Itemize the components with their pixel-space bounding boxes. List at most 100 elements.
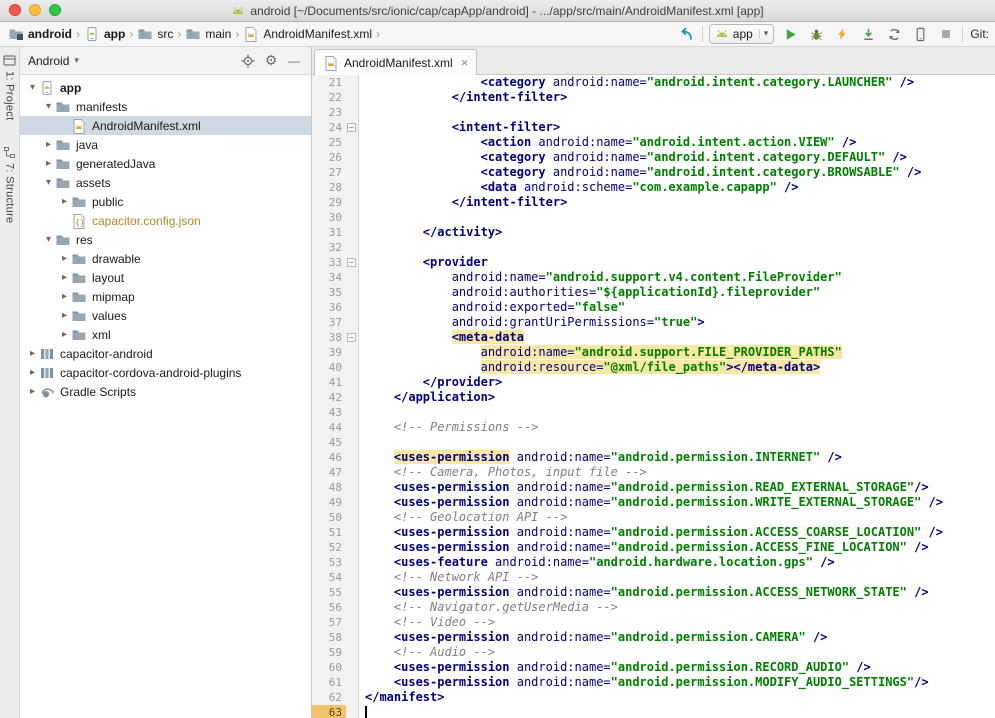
tree-collapsed-arrow-icon[interactable]: ▸ — [26, 348, 39, 359]
code-line[interactable]: 40 android:resource="@xml/file_paths"></… — [312, 360, 995, 375]
code-line[interactable]: 27 <category android:name="android.inten… — [312, 165, 995, 180]
code-line[interactable]: 42 </application> — [312, 390, 995, 405]
breadcrumb-item-app[interactable]: app — [82, 26, 127, 42]
fold-collapse-icon[interactable]: − — [347, 333, 356, 342]
line-number[interactable]: 40 — [312, 360, 346, 375]
code-line[interactable]: 56 <!-- Navigator.getUserMedia --> — [312, 600, 995, 615]
tree-item-drawable[interactable]: ▸drawable — [20, 249, 311, 268]
code-line[interactable]: 55 <uses-permission android:name="androi… — [312, 585, 995, 600]
gutter-cell[interactable]: 55 — [312, 585, 359, 600]
locate-file-icon[interactable] — [239, 52, 257, 70]
line-number[interactable]: 56 — [312, 600, 346, 615]
project-tool-button[interactable]: 1: Project — [3, 54, 16, 120]
code-line[interactable]: 44 <!-- Permissions --> — [312, 420, 995, 435]
gutter-cell[interactable]: 45 — [312, 435, 359, 450]
line-number[interactable]: 24 — [312, 120, 346, 135]
tree-item-capacitor-cordova-android-plugins[interactable]: ▸capacitor-cordova-android-plugins — [20, 363, 311, 382]
code-line[interactable]: 28 <data android:scheme="com.example.cap… — [312, 180, 995, 195]
tree-item-res[interactable]: ▾res — [20, 230, 311, 249]
gutter-cell[interactable]: 48 — [312, 480, 359, 495]
gutter-cell[interactable]: 37 — [312, 315, 359, 330]
gutter-cell[interactable]: 33− — [312, 255, 359, 270]
line-number[interactable]: 33 — [312, 255, 346, 270]
gutter-cell[interactable]: 47 — [312, 465, 359, 480]
breadcrumb-item-android[interactable]: android — [6, 26, 74, 42]
code-line[interactable]: 46 <uses-permission android:name="androi… — [312, 450, 995, 465]
code-line[interactable]: 41 </provider> — [312, 375, 995, 390]
line-number[interactable]: 25 — [312, 135, 346, 150]
code-line[interactable]: 25 <action android:name="android.intent.… — [312, 135, 995, 150]
tree-expanded-arrow-icon[interactable]: ▾ — [42, 177, 55, 188]
line-number[interactable]: 43 — [312, 405, 346, 420]
gutter-cell[interactable]: 21 — [312, 75, 359, 90]
structure-tool-button[interactable]: 7: Structure — [3, 146, 16, 223]
code-line[interactable]: 45 — [312, 435, 995, 450]
code-line[interactable]: 21 <category android:name="android.inten… — [312, 75, 995, 90]
gutter-cell[interactable]: 23 — [312, 105, 359, 120]
gutter-cell[interactable]: 51 — [312, 525, 359, 540]
line-number[interactable]: 27 — [312, 165, 346, 180]
line-number[interactable]: 54 — [312, 570, 346, 585]
tree-expanded-arrow-icon[interactable]: ▾ — [42, 101, 55, 112]
breadcrumb-item-androidmanifest.xml[interactable]: AndroidManifest.xml — [241, 26, 374, 42]
gutter-cell[interactable]: 36 — [312, 300, 359, 315]
code-line[interactable]: 23 — [312, 105, 995, 120]
code-line[interactable]: 58 <uses-permission android:name="androi… — [312, 630, 995, 645]
tree-item-gradle-scripts[interactable]: ▸Gradle Scripts — [20, 382, 311, 401]
line-number[interactable]: 55 — [312, 585, 346, 600]
tree-item-capacitor-android[interactable]: ▸capacitor-android — [20, 344, 311, 363]
code-line[interactable]: 49 <uses-permission android:name="androi… — [312, 495, 995, 510]
line-number[interactable]: 21 — [312, 75, 346, 90]
line-number[interactable]: 37 — [312, 315, 346, 330]
avd-manager-button[interactable] — [910, 24, 930, 44]
code-line[interactable]: 24− <intent-filter> — [312, 120, 995, 135]
code-line[interactable]: 35 android:authorities="${applicationId}… — [312, 285, 995, 300]
tree-collapsed-arrow-icon[interactable]: ▸ — [26, 367, 39, 378]
code-line[interactable]: 34 android:name="android.support.v4.cont… — [312, 270, 995, 285]
tree-collapsed-arrow-icon[interactable]: ▸ — [42, 139, 55, 150]
gutter-cell[interactable]: 30 — [312, 210, 359, 225]
line-number[interactable]: 63 — [312, 705, 346, 718]
tree-collapsed-arrow-icon[interactable]: ▸ — [58, 310, 71, 321]
tree-collapsed-arrow-icon[interactable]: ▸ — [58, 196, 71, 207]
attach-debugger-button[interactable] — [858, 24, 878, 44]
tree-item-java[interactable]: ▸java — [20, 135, 311, 154]
code-line[interactable]: 37 android:grantUriPermissions="true"> — [312, 315, 995, 330]
gutter-cell[interactable]: 60 — [312, 660, 359, 675]
tree-collapsed-arrow-icon[interactable]: ▸ — [58, 291, 71, 302]
gutter-cell[interactable]: 59 — [312, 645, 359, 660]
code-line[interactable]: 62</manifest> — [312, 690, 995, 705]
gutter-cell[interactable]: 42 — [312, 390, 359, 405]
gutter-cell[interactable]: 53 — [312, 555, 359, 570]
debug-button[interactable] — [806, 24, 826, 44]
tree-item-public[interactable]: ▸public — [20, 192, 311, 211]
code-line[interactable]: 36 android:exported="false" — [312, 300, 995, 315]
gutter-cell[interactable]: 46 — [312, 450, 359, 465]
gutter-cell[interactable]: 57 — [312, 615, 359, 630]
line-number[interactable]: 30 — [312, 210, 346, 225]
code-line[interactable]: 53 <uses-feature android:name="android.h… — [312, 555, 995, 570]
line-number[interactable]: 44 — [312, 420, 346, 435]
line-number[interactable]: 50 — [312, 510, 346, 525]
line-number[interactable]: 61 — [312, 675, 346, 690]
gutter-cell[interactable]: 25 — [312, 135, 359, 150]
breadcrumb-item-main[interactable]: main — [183, 26, 233, 42]
tree-collapsed-arrow-icon[interactable]: ▸ — [58, 329, 71, 340]
line-number[interactable]: 31 — [312, 225, 346, 240]
tree-expanded-arrow-icon[interactable]: ▾ — [42, 234, 55, 245]
gutter-cell[interactable]: 56 — [312, 600, 359, 615]
line-number[interactable]: 46 — [312, 450, 346, 465]
tree-item-layout[interactable]: ▸layout — [20, 268, 311, 287]
gutter-cell[interactable]: 31 — [312, 225, 359, 240]
line-number[interactable]: 38 — [312, 330, 346, 345]
code-line[interactable]: 38− <meta-data — [312, 330, 995, 345]
line-number[interactable]: 59 — [312, 645, 346, 660]
close-tab-icon[interactable]: × — [461, 56, 469, 69]
tree-item-mipmap[interactable]: ▸mipmap — [20, 287, 311, 306]
tree-collapsed-arrow-icon[interactable]: ▸ — [58, 272, 71, 283]
gutter-cell[interactable]: 62 — [312, 690, 359, 705]
code-line[interactable]: 59 <!-- Audio --> — [312, 645, 995, 660]
tree-item-capacitor-config-json[interactable]: {}capacitor.config.json — [20, 211, 311, 230]
gutter-cell[interactable]: 63 — [312, 705, 359, 718]
tree-collapsed-arrow-icon[interactable]: ▸ — [58, 253, 71, 264]
